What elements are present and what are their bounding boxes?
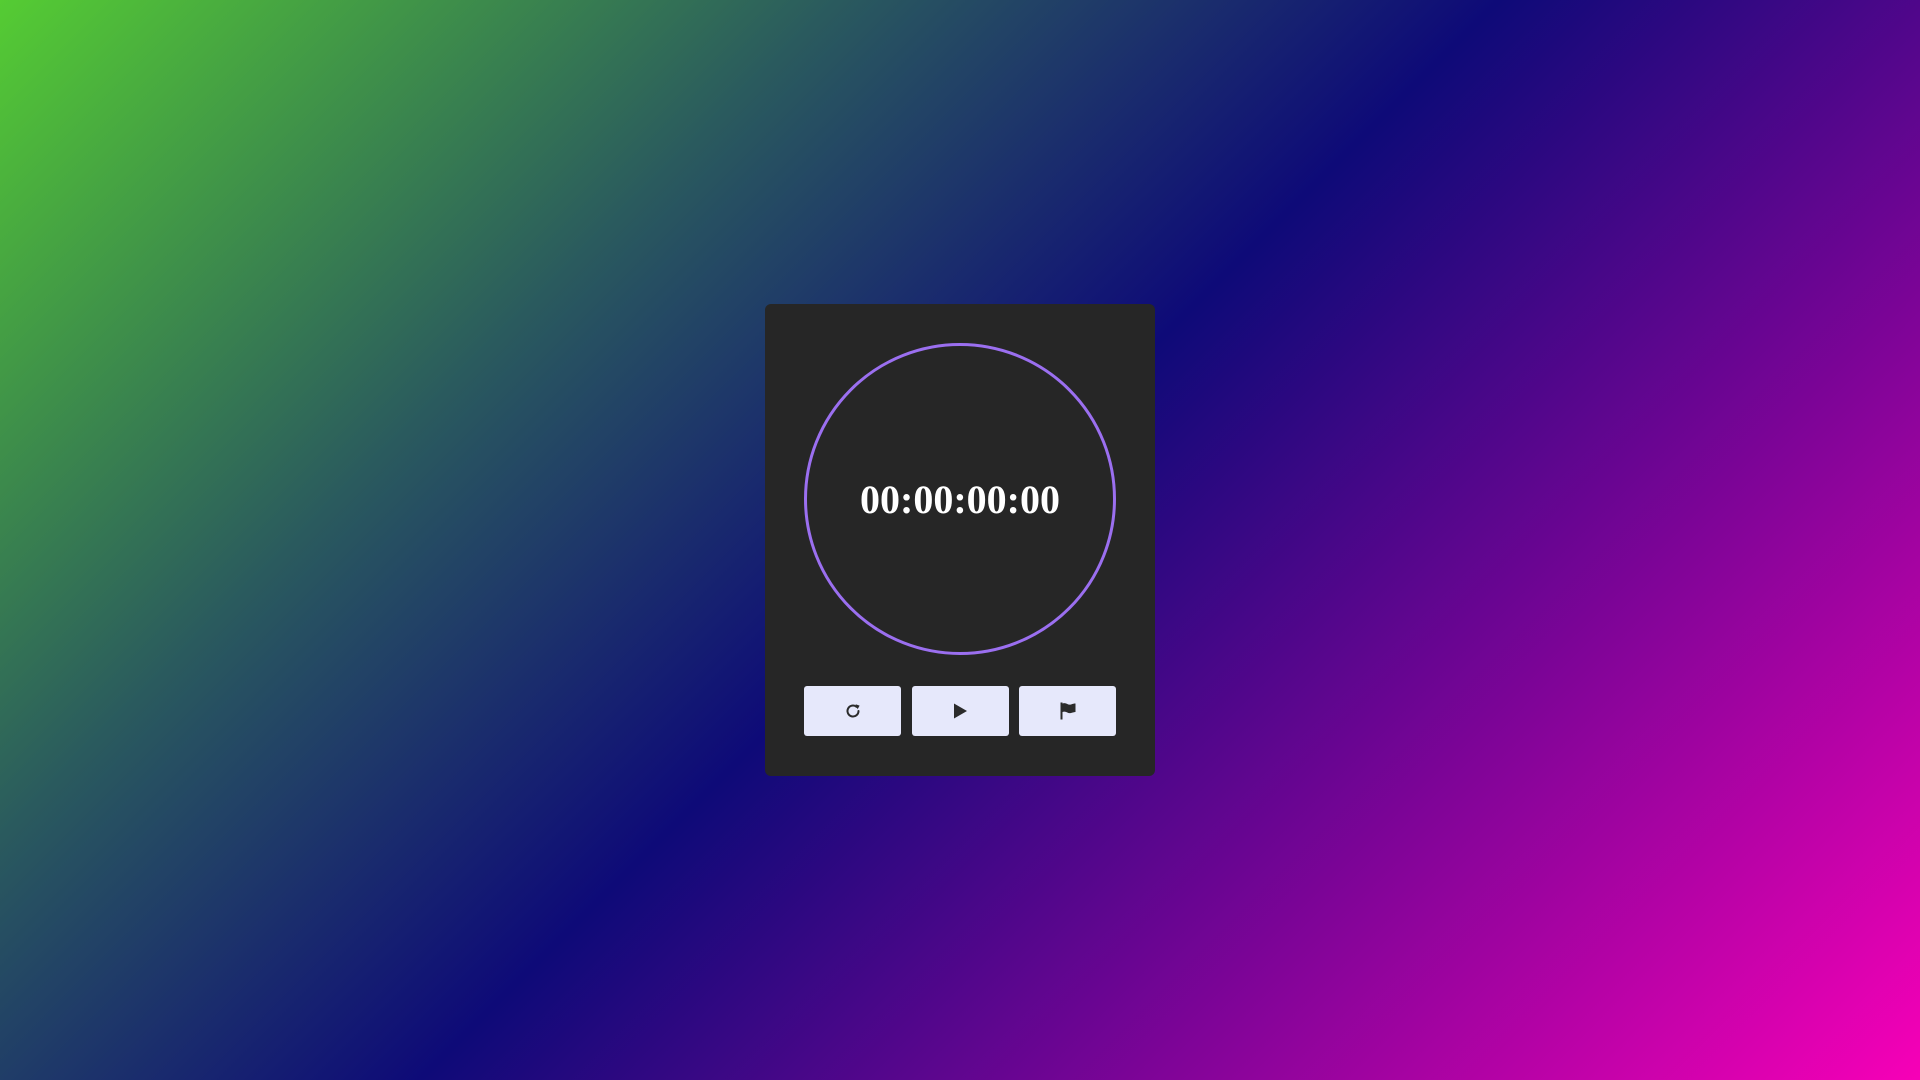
reset-button[interactable] [804, 686, 901, 736]
flag-icon [1058, 701, 1078, 721]
reset-icon [843, 701, 863, 721]
lap-flag-button[interactable] [1019, 686, 1116, 736]
play-icon [950, 701, 970, 721]
stopwatch-dial: 00:00:00:00 [804, 343, 1116, 655]
controls-bar [804, 686, 1116, 736]
play-button[interactable] [911, 686, 1009, 736]
time-display: 00:00:00:00 [860, 476, 1060, 522]
stopwatch-card: 00:00:00:00 [765, 304, 1155, 776]
